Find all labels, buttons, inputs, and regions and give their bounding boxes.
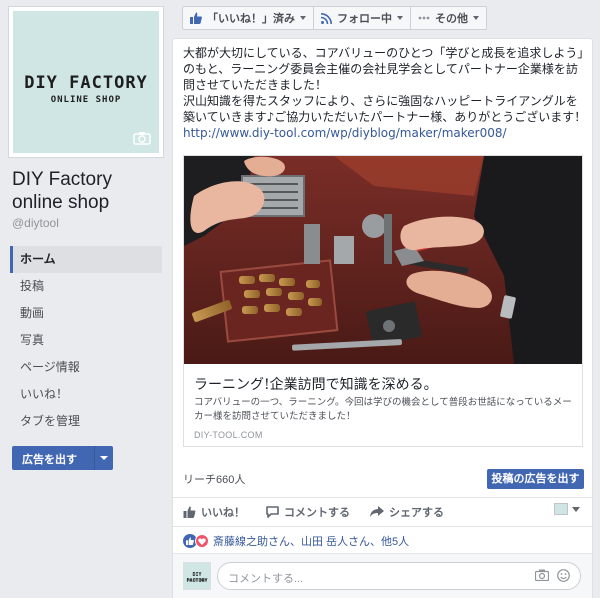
chevron-down-icon	[473, 16, 479, 20]
link-preview-image[interactable]	[184, 156, 582, 364]
liked-button[interactable]: 「いいね！」済み	[182, 6, 314, 30]
profile-logo: DIY FACTORY ONLINE SHOP	[13, 11, 159, 153]
page-name[interactable]: DIY Factory online shop	[12, 168, 167, 214]
chevron-down-icon	[300, 16, 306, 20]
avatar-logo-line2: ONLINE SHOP	[187, 578, 207, 582]
nav-item-posts[interactable]: 投稿	[10, 273, 162, 300]
love-reaction-icon	[195, 534, 209, 548]
logo-title: DIY FACTORY	[24, 73, 148, 93]
more-dots-icon	[418, 16, 430, 20]
like-button[interactable]: いいね！	[183, 504, 245, 520]
comment-input[interactable]: コメントする...	[217, 562, 581, 590]
camera-icon[interactable]	[133, 131, 151, 145]
post-text: 大都が大切にしている、コアバリューのひとつ「学びと成長を追求しよう」のもと、ラー…	[183, 46, 587, 124]
logo-subtitle: ONLINE SHOP	[50, 95, 122, 105]
create-ad-button[interactable]: 広告を出す	[12, 446, 113, 470]
more-label: その他	[435, 13, 468, 25]
post-as-page-selector[interactable]	[554, 503, 580, 515]
more-button[interactable]: その他	[410, 6, 487, 30]
comment-button[interactable]: コメントする	[266, 504, 350, 520]
link-preview-domain: DIY-TOOL.COM	[194, 430, 263, 440]
nav-item-manage-tabs[interactable]: タブを管理	[10, 408, 162, 435]
divider	[173, 526, 592, 527]
nav-item-about[interactable]: ページ情報	[10, 354, 162, 381]
nav-item-home[interactable]: ホーム	[10, 246, 162, 273]
reactions-names[interactable]: 斎藤線之助さん、山田 岳人さん、他5人	[213, 533, 409, 549]
post-link[interactable]: http://www.diy-tool.com/wp/diyblog/maker…	[183, 126, 507, 140]
link-preview-title[interactable]: ラーニング!企業訪問で知識を深める。	[194, 374, 438, 394]
emoji-icon[interactable]	[557, 569, 570, 582]
post-body: 大都が大切にしている、コアバリューのひとつ「学びと成長を追求しよう」のもと、ラー…	[183, 45, 588, 141]
page-action-bar: 「いいね！」済み フォロー中 その他	[182, 6, 487, 30]
create-ad-label: 広告を出す	[22, 454, 77, 466]
link-preview[interactable]: ラーニング!企業訪問で知識を深める。 コアバリューの一つ、ラーニング。今回は学び…	[183, 155, 583, 447]
comment-input-icons	[535, 569, 570, 582]
nav-item-likes[interactable]: いいね！	[10, 381, 162, 408]
profile-picture[interactable]: DIY FACTORY ONLINE SHOP	[8, 6, 164, 158]
reactions-summary[interactable]: 斎藤線之助さん、山田 岳人さん、他5人	[183, 533, 409, 549]
link-preview-description: コアバリューの一つ、ラーニング。今回は学びの機会として普段お世話になっているメー…	[194, 397, 572, 422]
boost-post-button[interactable]: 投稿の広告を出す	[487, 469, 584, 489]
post-reach[interactable]: リーチ660人	[183, 471, 245, 487]
page-handle[interactable]: @diytool	[12, 216, 59, 230]
commenter-avatar: DIY FACTORY ONLINE SHOP	[183, 562, 211, 590]
comment-composer: DIY FACTORY ONLINE SHOP コメントする...	[173, 553, 592, 598]
thumbs-up-icon	[190, 12, 202, 24]
button-separator	[94, 446, 95, 470]
chevron-down-icon	[572, 506, 580, 512]
share-button[interactable]: シェアする	[370, 504, 444, 520]
comment-icon	[266, 506, 279, 518]
share-icon	[370, 506, 384, 517]
comment-label: コメントする	[284, 507, 350, 519]
like-label: いいね！	[201, 507, 245, 519]
post-actions: いいね！ コメントする シェアする	[173, 498, 592, 526]
left-column: DIY FACTORY ONLINE SHOP DIY Factory onli…	[0, 0, 172, 598]
nav-item-photos[interactable]: 写真	[10, 327, 162, 354]
comment-placeholder: コメントする...	[228, 573, 304, 585]
rss-icon	[321, 12, 332, 24]
post-card: 大都が大切にしている、コアバリューのひとつ「学びと成長を追求しよう」のもと、ラー…	[172, 38, 593, 598]
page-nav: ホーム 投稿 動画 写真 ページ情報 いいね！ タブを管理	[10, 246, 162, 435]
camera-icon[interactable]	[535, 569, 549, 581]
share-label: シェアする	[389, 507, 444, 519]
page-avatar-small	[554, 503, 568, 515]
nav-item-videos[interactable]: 動画	[10, 300, 162, 327]
thumbs-up-icon	[183, 506, 196, 518]
chevron-down-icon	[397, 16, 403, 20]
following-button[interactable]: フォロー中	[313, 6, 411, 30]
chevron-down-icon[interactable]	[100, 456, 108, 460]
liked-label: 「いいね！」済み	[207, 13, 295, 25]
following-label: フォロー中	[337, 13, 392, 25]
